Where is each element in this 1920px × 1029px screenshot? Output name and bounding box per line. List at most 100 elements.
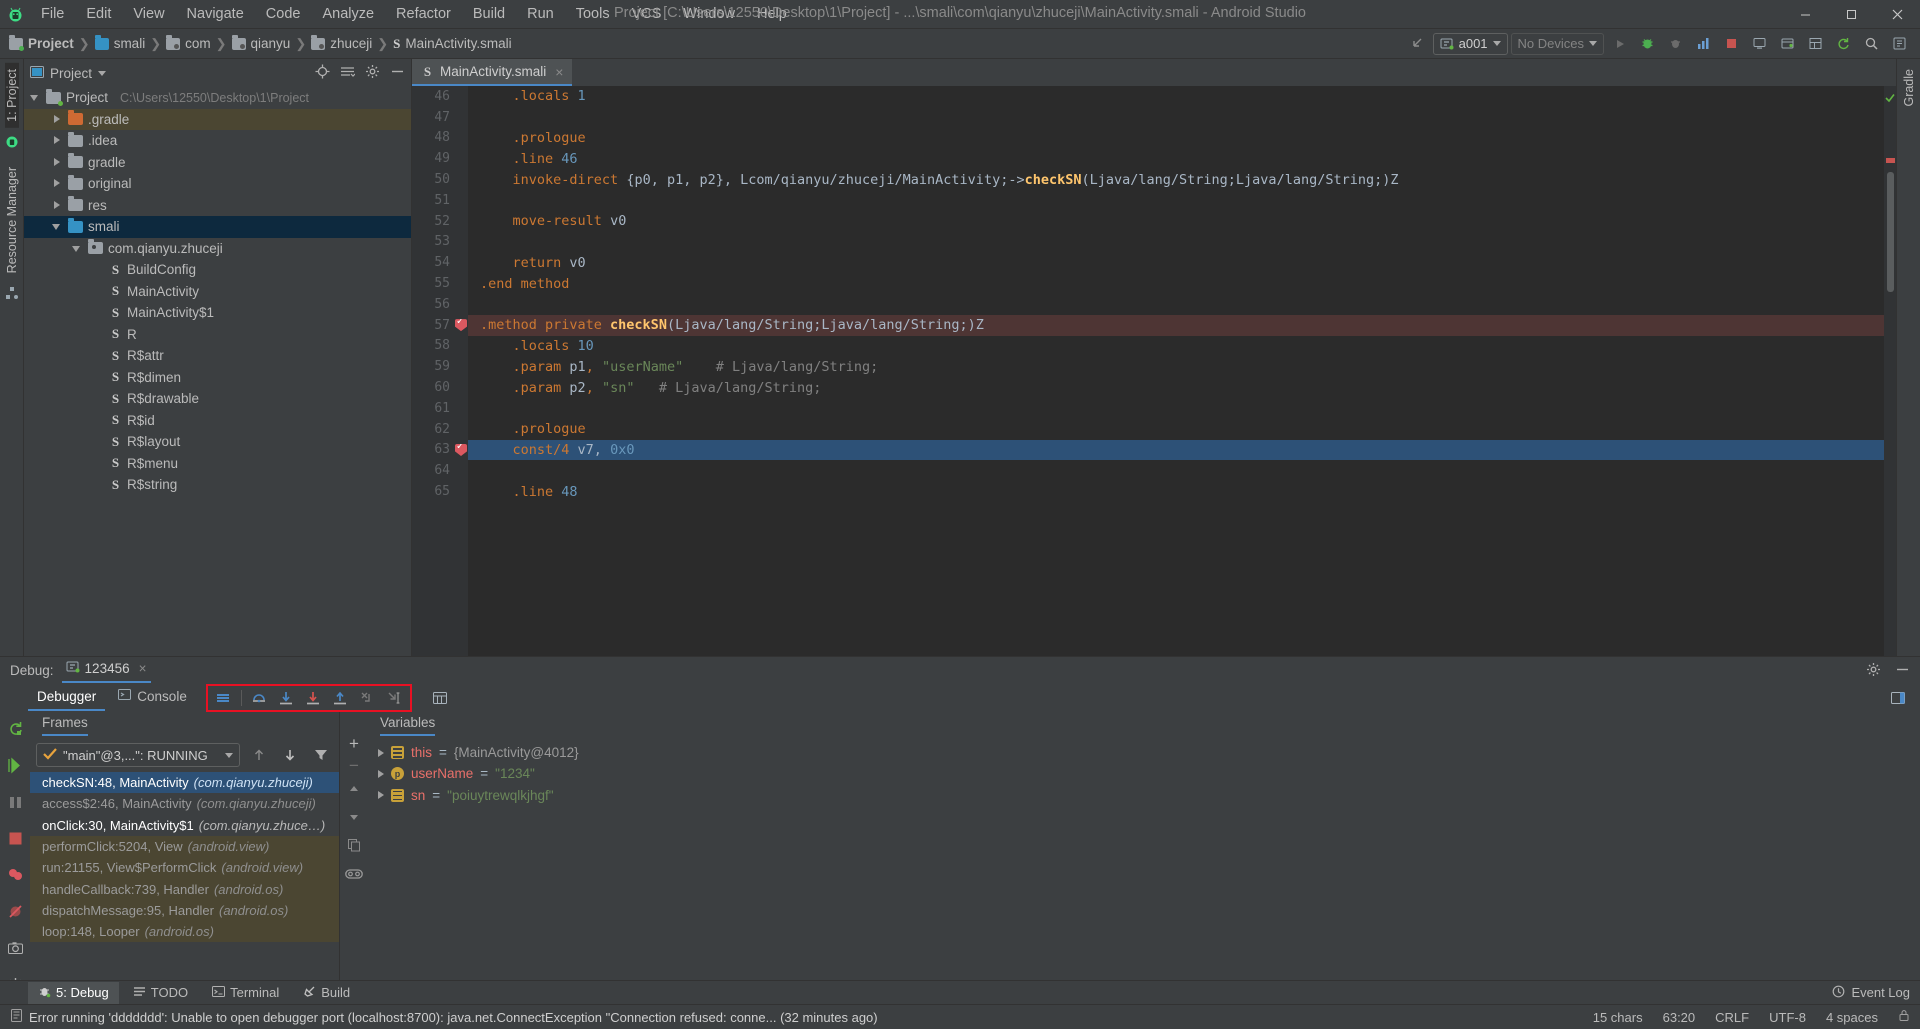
tool-window-build[interactable]: Build [293, 982, 360, 1004]
breakpoint-icon[interactable] [455, 319, 467, 332]
status-caret-position[interactable]: 63:20 [1663, 1010, 1696, 1025]
tree-node-rdimen[interactable]: S R$dimen [24, 367, 411, 389]
variable-row[interactable]: this = {MainActivity@4012} [368, 742, 1920, 763]
pause-program-icon[interactable] [7, 794, 24, 816]
status-line-separator[interactable]: CRLF [1715, 1010, 1749, 1025]
hide-icon[interactable] [1895, 662, 1910, 680]
editor-scrollbar-thumb[interactable] [1887, 172, 1894, 292]
resume-program-icon[interactable] [7, 757, 24, 779]
frame-row[interactable]: run:21155, View$PerformClick (android.vie… [30, 857, 339, 879]
debug-icon[interactable] [1635, 32, 1660, 55]
rerun-icon[interactable] [7, 720, 24, 742]
project-tree[interactable]: Project C:\Users\12550\Desktop\1\Project… [24, 87, 411, 656]
code-line[interactable]: return v0 [468, 252, 1884, 273]
tool-window-todo[interactable]: TODO [123, 982, 198, 1004]
gutter-line[interactable]: 50 [412, 169, 468, 190]
copy-value-icon[interactable] [347, 838, 361, 857]
tab-debugger[interactable]: Debugger [28, 686, 106, 711]
breadcrumb-project[interactable]: Project [6, 34, 77, 53]
menu-navigate[interactable]: Navigate [176, 3, 255, 25]
gutter-line[interactable]: 49 [412, 148, 468, 169]
close-icon[interactable]: × [139, 661, 147, 676]
code-line[interactable]: invoke-direct {p0, p1, p2}, Lcom/qianyu/… [468, 169, 1884, 190]
minimize-button[interactable] [1782, 0, 1828, 29]
back-arrow-icon[interactable] [1405, 32, 1430, 55]
tree-node-gradle[interactable]: gradle [24, 152, 411, 174]
layout-inspector-icon[interactable] [1803, 32, 1828, 55]
tree-node-idea[interactable]: .idea [24, 130, 411, 152]
error-marker[interactable] [1886, 158, 1895, 163]
code-line[interactable]: .param p2, "sn" # Ljava/lang/String; [468, 377, 1884, 398]
frame-up-icon[interactable] [246, 744, 271, 766]
menu-edit[interactable]: Edit [75, 3, 122, 25]
breadcrumb-smali[interactable]: smali [92, 34, 149, 53]
tree-node-package[interactable]: com.qianyu.zhuceji [24, 238, 411, 260]
frame-row[interactable]: handleCallback:739, Handler (android.os) [30, 878, 339, 900]
menu-view[interactable]: View [122, 3, 175, 25]
drop-frame-icon[interactable] [355, 687, 380, 709]
view-breakpoints-icon[interactable] [7, 866, 24, 888]
tree-node-mainactivity[interactable]: S MainActivity [24, 281, 411, 303]
chevron-down-icon[interactable] [72, 243, 83, 254]
frame-row[interactable]: dispatchMessage:95, Handler (android.os) [30, 899, 339, 922]
gutter-line[interactable]: 62 [412, 419, 468, 440]
breakpoint-icon[interactable] [454, 443, 468, 456]
status-message[interactable]: Error running 'ddddddd': Unable to open … [29, 1010, 878, 1025]
gutter-line[interactable]: 57 [412, 315, 468, 336]
gutter-line[interactable]: 46 [412, 86, 468, 107]
sidebar-item-gradle[interactable]: Gradle [1902, 63, 1916, 113]
breadcrumb-com[interactable]: com [163, 34, 214, 53]
menu-vcs[interactable]: VCS [621, 3, 673, 25]
chevron-right-icon[interactable] [52, 135, 63, 146]
attach-debugger-icon[interactable] [1663, 32, 1688, 55]
add-watch-icon[interactable]: + [349, 735, 359, 752]
tree-node-r[interactable]: S R [24, 324, 411, 346]
close-icon[interactable]: × [555, 64, 563, 80]
menu-refactor[interactable]: Refactor [385, 3, 462, 25]
gutter-line[interactable]: 60 [412, 377, 468, 398]
gutter-line[interactable]: 47 [412, 107, 468, 128]
code-line[interactable] [468, 232, 1884, 253]
tree-node-rattr[interactable]: S R$attr [24, 345, 411, 367]
tree-node-gradle-hidden[interactable]: .gradle [24, 108, 411, 130]
stop-icon[interactable] [1719, 32, 1744, 55]
screenshot-icon[interactable] [7, 940, 24, 962]
frames-tab[interactable]: Frames [30, 712, 339, 738]
frame-row[interactable]: onClick:30, MainActivity$1 (com.qianyu.zh… [30, 815, 339, 836]
mute-breakpoints-icon[interactable] [7, 903, 24, 925]
step-over-icon[interactable] [247, 687, 272, 709]
gutter-line[interactable]: 64 [412, 460, 468, 481]
collapse-all-icon[interactable] [340, 64, 356, 82]
code-line[interactable] [468, 107, 1884, 128]
event-log-button[interactable]: Event Log [1832, 985, 1920, 1001]
sync-gradle-icon[interactable] [1831, 32, 1856, 55]
status-lock-icon[interactable] [1898, 1009, 1910, 1025]
frame-row[interactable]: checkSN:48, MainActivity (com.qianyu.zhuc… [30, 772, 339, 794]
restore-layout-icon[interactable] [1885, 687, 1910, 709]
show-execution-point-icon[interactable] [211, 687, 236, 709]
editor-tab-mainactivity-smali[interactable]: S MainActivity.smali × [412, 59, 573, 86]
menu-analyze[interactable]: Analyze [311, 3, 385, 25]
menu-build[interactable]: Build [462, 3, 516, 25]
gutter-line[interactable]: 48 [412, 128, 468, 149]
chevron-right-icon[interactable] [378, 791, 384, 800]
code-line[interactable]: .line 46 [468, 148, 1884, 169]
run-icon[interactable] [1607, 32, 1632, 55]
gutter-line[interactable]: 65 [412, 481, 468, 502]
editor-gutter[interactable]: 46 47 48 49 50 51 52 53 54 55 56 57 58 59 60 61 62 63 64 65 [412, 86, 468, 656]
settings-icon[interactable] [1887, 32, 1912, 55]
frame-down-icon[interactable] [277, 744, 302, 766]
tree-node-res[interactable]: res [24, 195, 411, 217]
chevron-down-icon[interactable] [98, 70, 107, 76]
gutter-line[interactable]: 56 [412, 294, 468, 315]
code-line[interactable] [468, 398, 1884, 419]
variables-list[interactable]: this = {MainActivity@4012} p userName = "1… [368, 738, 1920, 980]
breadcrumb-zhuceji[interactable]: zhuceji [308, 34, 375, 53]
code-line[interactable]: .locals 1 [468, 86, 1884, 107]
status-indent[interactable]: 4 spaces [1826, 1010, 1878, 1025]
menu-help[interactable]: Help [746, 3, 798, 25]
gutter-line[interactable]: 54 [412, 252, 468, 273]
code-line[interactable]: .prologue [468, 419, 1884, 440]
sdk-manager-icon[interactable] [1775, 32, 1800, 55]
run-to-cursor-icon[interactable] [382, 687, 407, 709]
